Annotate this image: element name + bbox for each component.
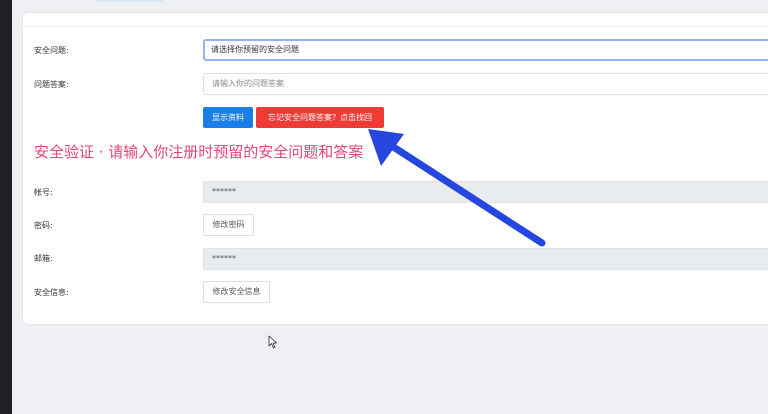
mouse-cursor-icon bbox=[268, 335, 277, 349]
security-info-label: 安全信息: bbox=[34, 288, 69, 297]
answer-input[interactable]: 请输入你的问题答案 bbox=[203, 73, 768, 95]
answer-label: 问题答案: bbox=[34, 80, 69, 89]
security-verification-title: 安全验证 · 请输入你注册时预留的安全问题和答案 bbox=[34, 143, 364, 161]
security-question-select[interactable]: 请选择你预留的安全问题 bbox=[203, 39, 768, 61]
card-header-divider bbox=[22, 26, 768, 27]
change-password-button[interactable]: 修改密码 bbox=[203, 214, 254, 236]
forgot-answer-button[interactable]: 忘记安全问题答案？点击找回 bbox=[256, 107, 384, 128]
left-dark-rail bbox=[0, 0, 12, 414]
email-field: ****** bbox=[203, 248, 768, 270]
email-label: 邮箱: bbox=[34, 254, 53, 263]
security-question-label: 安全问题: bbox=[34, 46, 69, 55]
account-field: ****** bbox=[203, 181, 768, 203]
top-tab-indicator bbox=[95, 0, 163, 2]
account-label: 帐号: bbox=[34, 188, 53, 197]
password-label: 密码: bbox=[34, 221, 53, 230]
change-security-info-button[interactable]: 修改安全信息 bbox=[203, 281, 270, 303]
show-info-button[interactable]: 显示资料 bbox=[203, 107, 253, 128]
